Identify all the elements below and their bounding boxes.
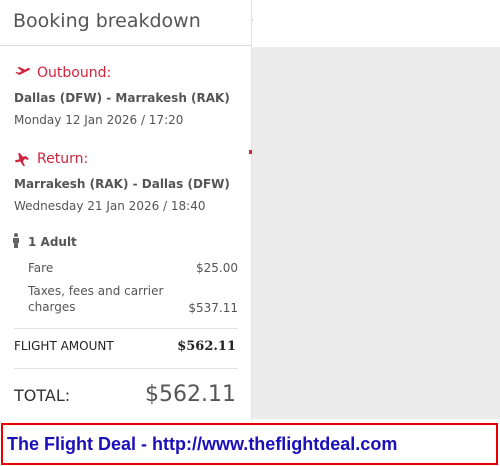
flight-amount-value: $562.11	[177, 339, 236, 354]
divider	[14, 328, 238, 329]
content-background	[252, 47, 500, 419]
background-mark	[249, 150, 252, 154]
banner-text: The Flight Deal - http://www.theflightde…	[7, 434, 398, 454]
return-route: Marrakesh (RAK) - Dallas (DFW)	[14, 177, 230, 191]
taxes-label-line1: Taxes, fees and carrier	[28, 284, 164, 298]
taxes-label: Taxes, fees and carrier charges	[28, 283, 163, 315]
watermark-banner: The Flight Deal - http://www.theflightde…	[1, 423, 498, 465]
passenger-section: 1 Adult Fare $25.00 Taxes, fees and carr…	[12, 233, 238, 315]
total-value: $562.11	[145, 382, 236, 407]
passenger-count: 1 Adult	[28, 235, 77, 249]
plane-landing-icon	[14, 149, 37, 170]
panel-header: Booking breakdown	[0, 0, 251, 46]
plane-takeoff-icon	[14, 63, 37, 84]
taxes-row: Taxes, fees and carrier charges $537.11	[28, 283, 238, 315]
outbound-header: Outbound:	[14, 64, 230, 82]
fare-row: Fare $25.00	[28, 261, 238, 275]
taxes-value: $537.11	[188, 301, 238, 315]
outbound-label: Outbound:	[37, 65, 112, 81]
flight-amount-row: FLIGHT AMOUNT $562.11	[14, 339, 236, 354]
flight-amount-label: FLIGHT AMOUNT	[14, 339, 114, 353]
taxes-label-line2: charges	[28, 300, 76, 314]
fare-value: $25.00	[196, 261, 238, 275]
return-header: Return:	[14, 150, 230, 168]
panel-title: Booking breakdown	[13, 10, 201, 32]
booking-breakdown-panel: Booking breakdown Outbound: Dallas (DFW)…	[0, 0, 252, 421]
return-datetime: Wednesday 21 Jan 2026 / 18:40	[14, 199, 206, 213]
person-icon	[12, 233, 28, 251]
total-label: TOTAL:	[14, 386, 71, 405]
passenger-header: 1 Adult	[12, 233, 238, 251]
outbound-route: Dallas (DFW) - Marrakesh (RAK)	[14, 91, 230, 105]
outbound-datetime: Monday 12 Jan 2026 / 17:20	[14, 113, 184, 127]
divider	[14, 368, 238, 369]
fare-label: Fare	[28, 261, 54, 275]
outbound-section: Outbound: Dallas (DFW) - Marrakesh (RAK)…	[14, 64, 230, 127]
return-label: Return:	[37, 151, 89, 167]
return-section: Return: Marrakesh (RAK) - Dallas (DFW) W…	[14, 150, 230, 213]
total-row: TOTAL: $562.11	[14, 382, 236, 407]
